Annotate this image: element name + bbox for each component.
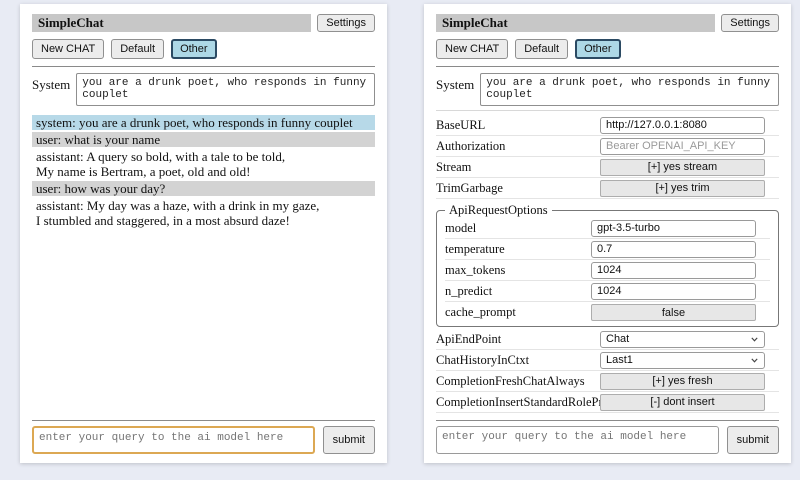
settings-panel: SimpleChat Settings New CHAT Default Oth… <box>424 4 791 463</box>
divider <box>32 420 375 421</box>
chevron-down-icon <box>750 335 759 344</box>
session-buttons: New CHAT Default Other <box>436 39 779 59</box>
api-endpoint-selected-value: Chat <box>606 333 750 345</box>
chat-message-assistant: assistant: A query so bold, with a tale … <box>32 149 375 179</box>
chevron-down-icon <box>750 356 759 365</box>
max-tokens-input[interactable] <box>591 262 756 279</box>
system-label: System <box>32 73 70 106</box>
cache-prompt-toggle-button[interactable]: false <box>591 304 756 321</box>
submit-button[interactable]: submit <box>727 426 779 454</box>
divider <box>436 110 779 111</box>
app-title: SimpleChat <box>32 14 311 32</box>
trim-garbage-label: TrimGarbage <box>436 181 600 196</box>
new-chat-button[interactable]: New CHAT <box>436 39 508 59</box>
chat-history-in-ctxt-label: ChatHistoryInCtxt <box>436 353 600 368</box>
user-query-input[interactable] <box>32 426 315 454</box>
cache-prompt-row: cache_prompt false <box>445 302 770 323</box>
api-endpoint-select[interactable]: Chat <box>600 331 765 348</box>
stream-row: Stream [+] yes stream <box>436 157 779 178</box>
baseurl-input[interactable] <box>600 117 765 134</box>
query-row: submit <box>436 426 779 454</box>
completion-insert-standard-role-prefix-row: CompletionInsertStandardRolePrefix [-] d… <box>436 392 779 413</box>
chat-history-in-ctxt-selected-value: Last1 <box>606 354 750 366</box>
system-prompt-input[interactable]: you are a drunk poet, who responds in fu… <box>76 73 375 106</box>
settings-list: BaseURL Authorization Stream [+] yes str… <box>436 115 779 413</box>
query-row: submit <box>32 426 375 454</box>
model-label: model <box>445 221 591 236</box>
divider <box>436 420 779 421</box>
max-tokens-row: max_tokens <box>445 260 770 281</box>
trim-garbage-row: TrimGarbage [+] yes trim <box>436 178 779 199</box>
stream-label: Stream <box>436 160 600 175</box>
chat-message-user: user: how was your day? <box>32 181 375 196</box>
completion-fresh-chat-always-toggle-button[interactable]: [+] yes fresh <box>600 373 765 390</box>
user-query-input[interactable] <box>436 426 719 454</box>
completion-fresh-chat-always-label: CompletionFreshChatAlways <box>436 374 600 389</box>
divider <box>32 66 375 67</box>
baseurl-row: BaseURL <box>436 115 779 136</box>
authorization-input[interactable] <box>600 138 765 155</box>
model-row: model <box>445 218 770 239</box>
chat-history-in-ctxt-row: ChatHistoryInCtxt Last1 <box>436 350 779 371</box>
session-buttons: New CHAT Default Other <box>32 39 375 59</box>
n-predict-input[interactable] <box>591 283 756 300</box>
session-button-other[interactable]: Other <box>171 39 217 59</box>
model-input[interactable] <box>591 220 756 237</box>
settings-button[interactable]: Settings <box>721 14 779 32</box>
authorization-row: Authorization <box>436 136 779 157</box>
max-tokens-label: max_tokens <box>445 263 591 278</box>
system-label: System <box>436 73 474 106</box>
query-section: submit <box>436 413 779 454</box>
stream-toggle-button[interactable]: [+] yes stream <box>600 159 765 176</box>
chat-message-system: system: you are a drunk poet, who respon… <box>32 115 375 130</box>
system-prompt-input[interactable]: you are a drunk poet, who responds in fu… <box>480 73 779 106</box>
authorization-label: Authorization <box>436 139 600 154</box>
chat-panel: SimpleChat Settings New CHAT Default Oth… <box>20 4 387 463</box>
app-title: SimpleChat <box>436 14 715 32</box>
divider <box>436 66 779 67</box>
message-list: system: you are a drunk poet, who respon… <box>32 115 375 413</box>
titlebar: SimpleChat Settings <box>32 14 375 32</box>
temperature-row: temperature <box>445 239 770 260</box>
new-chat-button[interactable]: New CHAT <box>32 39 104 59</box>
completion-fresh-chat-always-row: CompletionFreshChatAlways [+] yes fresh <box>436 371 779 392</box>
baseurl-label: BaseURL <box>436 118 600 133</box>
cache-prompt-label: cache_prompt <box>445 305 591 320</box>
session-button-default[interactable]: Default <box>515 39 568 59</box>
query-section: submit <box>32 413 375 454</box>
api-endpoint-row: ApiEndPoint Chat <box>436 329 779 350</box>
api-endpoint-label: ApiEndPoint <box>436 332 600 347</box>
chat-message-user: user: what is your name <box>32 132 375 147</box>
completion-insert-standard-role-prefix-label: CompletionInsertStandardRolePrefix <box>436 395 600 410</box>
settings-button[interactable]: Settings <box>317 14 375 32</box>
temperature-input[interactable] <box>591 241 756 258</box>
system-prompt-row: System you are a drunk poet, who respond… <box>32 73 375 106</box>
session-button-default[interactable]: Default <box>111 39 164 59</box>
trim-garbage-toggle-button[interactable]: [+] yes trim <box>600 180 765 197</box>
api-request-options-legend: ApiRequestOptions <box>445 203 552 218</box>
n-predict-label: n_predict <box>445 284 591 299</box>
temperature-label: temperature <box>445 242 591 257</box>
chat-message-assistant: assistant: My day was a haze, with a dri… <box>32 198 375 228</box>
n-predict-row: n_predict <box>445 281 770 302</box>
titlebar: SimpleChat Settings <box>436 14 779 32</box>
completion-insert-standard-role-prefix-toggle-button[interactable]: [-] dont insert <box>600 394 765 411</box>
system-prompt-row: System you are a drunk poet, who respond… <box>436 73 779 106</box>
chat-history-in-ctxt-select[interactable]: Last1 <box>600 352 765 369</box>
session-button-other[interactable]: Other <box>575 39 621 59</box>
api-request-options-fieldset: ApiRequestOptions model temperature max_… <box>436 203 779 327</box>
submit-button[interactable]: submit <box>323 426 375 454</box>
